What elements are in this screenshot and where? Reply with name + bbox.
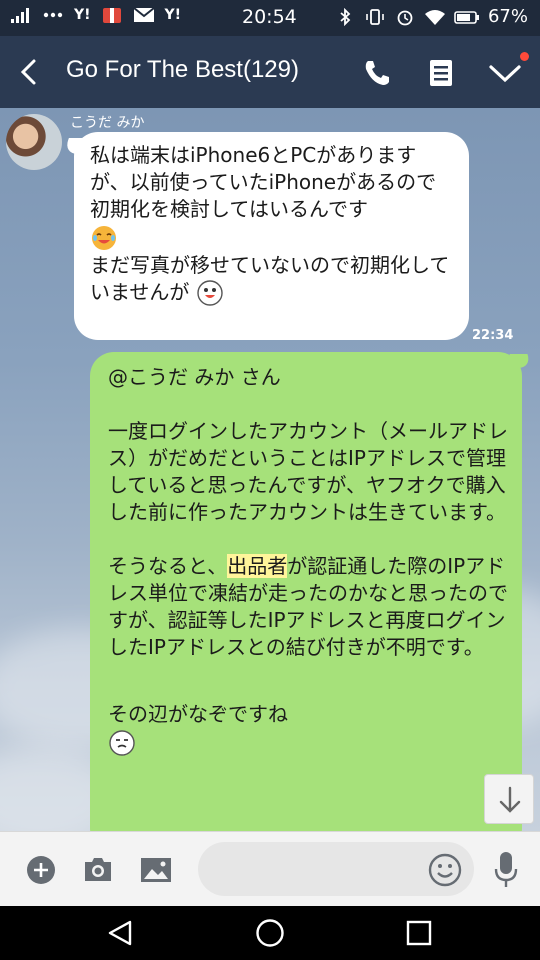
- smiley-icon[interactable]: [428, 853, 462, 887]
- status-time: 20:54: [242, 6, 297, 28]
- gift-icon: [102, 8, 121, 23]
- mic-icon[interactable]: [494, 851, 518, 889]
- avatar[interactable]: [6, 114, 62, 170]
- sender-name: こうだ みか: [70, 115, 145, 131]
- status-left-icons: Y! Y!: [10, 6, 181, 24]
- chevron-down-icon[interactable]: [488, 60, 522, 86]
- scroll-down-button[interactable]: [484, 774, 534, 824]
- yahoo-icon: Y!: [74, 7, 91, 23]
- camera-icon[interactable]: [82, 854, 114, 884]
- chat-title: Go For The Best(129): [66, 56, 299, 83]
- more-dots-icon: [43, 12, 63, 18]
- plus-icon[interactable]: [26, 855, 56, 885]
- notes-icon[interactable]: [428, 58, 454, 88]
- message-paragraph: そうなると、出品者が認証通した際のIPアドレス単位で凍結が走ったのかなと思ったの…: [108, 553, 508, 661]
- sticker-face-icon: [109, 729, 135, 756]
- chevron-left-icon[interactable]: [16, 58, 42, 86]
- wifi-icon: [424, 9, 445, 25]
- status-right-icons: 67%: [334, 6, 528, 27]
- incoming-message-text: まだ写真が移せていないので初期化していませんが: [90, 252, 450, 304]
- vibrate-icon: [366, 8, 384, 25]
- message-time: 22:34: [472, 328, 514, 343]
- sticker-face-icon: [197, 280, 223, 306]
- yahoo-icon: Y!: [164, 7, 182, 23]
- message-text: その辺がなぞですね: [108, 702, 288, 726]
- image-icon[interactable]: [140, 856, 172, 884]
- nav-recent-icon[interactable]: [406, 920, 432, 946]
- incoming-message-line: まだ写真が移せていないので初期化していませんが: [90, 252, 453, 308]
- signal-icon: [11, 8, 29, 23]
- incoming-message-line: 私は端末はiPhone6とPCがありますが、以前使っていたiPhoneがあるので…: [90, 143, 437, 221]
- notification-dot: [520, 52, 529, 61]
- chat-header: Go For The Best(129): [0, 36, 540, 108]
- alarm-icon: [397, 10, 413, 25]
- message-text: そうなると、: [108, 554, 228, 578]
- chat-messages[interactable]: こうだ みか 私は端末はiPhone6とPCがありますが、以前使っていたiPho…: [0, 108, 540, 831]
- incoming-message-bubble[interactable]: 私は端末はiPhone6とPCがありますが、以前使っていたiPhoneがあるので…: [74, 132, 469, 340]
- arrow-down-icon: [499, 786, 521, 813]
- message-paragraph: その辺がなぞですね: [108, 701, 508, 757]
- mail-icon: [132, 7, 155, 22]
- phone-icon[interactable]: [362, 58, 392, 88]
- outgoing-message-bubble[interactable]: @こうだ みか さん 一度ログインしたアカウント（メールアドレス）がだめだという…: [90, 352, 522, 831]
- battery-icon: [454, 10, 479, 24]
- highlighted-keyword[interactable]: 出品者: [227, 554, 288, 578]
- nav-back-icon[interactable]: [106, 919, 134, 947]
- nav-home-icon[interactable]: [255, 918, 285, 948]
- message-paragraph: 一度ログインしたアカウント（メールアドレス）がだめだということはIPアドレスで管…: [108, 419, 508, 524]
- message-input-bar: [0, 831, 540, 906]
- battery-percent: 67%: [487, 6, 528, 27]
- laughing-crying-emoji-icon: [92, 225, 116, 250]
- system-nav-bar: [0, 906, 540, 960]
- bluetooth-icon: [340, 7, 351, 26]
- mention-text: @こうだ みか さん: [108, 365, 281, 389]
- status-bar: Y! Y! 20:54 67%: [0, 0, 540, 36]
